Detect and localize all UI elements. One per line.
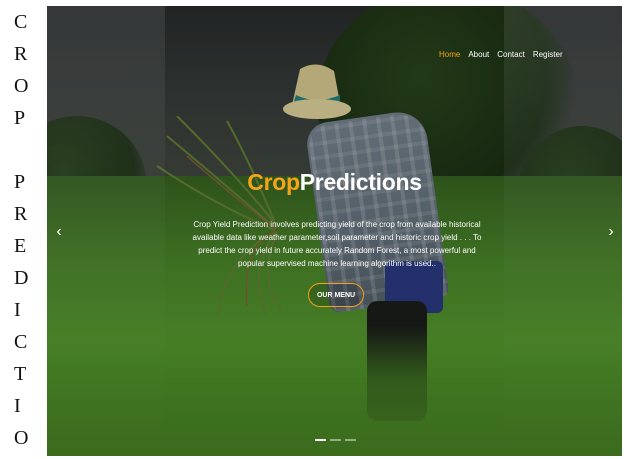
chevron-left-icon[interactable]: ‹ (53, 222, 65, 242)
headline-accent: Crop (247, 169, 300, 195)
chevron-right-icon[interactable]: › (605, 222, 617, 242)
main-nav: Home About Contact Register (439, 50, 563, 59)
title-letter: T (14, 363, 27, 385)
vertical-site-title: C R O P P R E D I C T I O N (0, 0, 46, 459)
carousel-indicator[interactable] (330, 439, 341, 441)
headline-rest: Predictions (299, 169, 422, 195)
page: C R O P P R E D I C T I O N (0, 0, 626, 459)
title-letter: I (14, 299, 21, 321)
title-letter: I (14, 395, 21, 417)
title-letter: C (14, 11, 28, 33)
title-letter: R (14, 203, 28, 225)
nav-home[interactable]: Home (439, 50, 460, 59)
title-letter: O (14, 75, 29, 97)
hero-headline: CropPredictions (47, 169, 622, 196)
carousel-indicator[interactable] (345, 439, 356, 441)
title-letter: C (14, 331, 28, 353)
title-letter: E (14, 235, 27, 257)
title-letter: O (14, 427, 29, 449)
nav-about[interactable]: About (468, 50, 489, 59)
carousel-indicator[interactable] (315, 439, 326, 441)
title-letter: D (14, 267, 29, 289)
carousel-indicators (315, 439, 356, 441)
title-letter: R (14, 43, 28, 65)
nav-contact[interactable]: Contact (497, 50, 525, 59)
hero-description: Crop Yield Prediction involves predictin… (192, 220, 482, 268)
our-menu-button[interactable]: OUR MENU (308, 283, 364, 307)
hero-carousel: Home About Contact Register CropPredicti… (47, 6, 622, 456)
title-letter: P (14, 107, 26, 129)
title-letter: P (14, 171, 26, 193)
nav-register[interactable]: Register (533, 50, 563, 59)
